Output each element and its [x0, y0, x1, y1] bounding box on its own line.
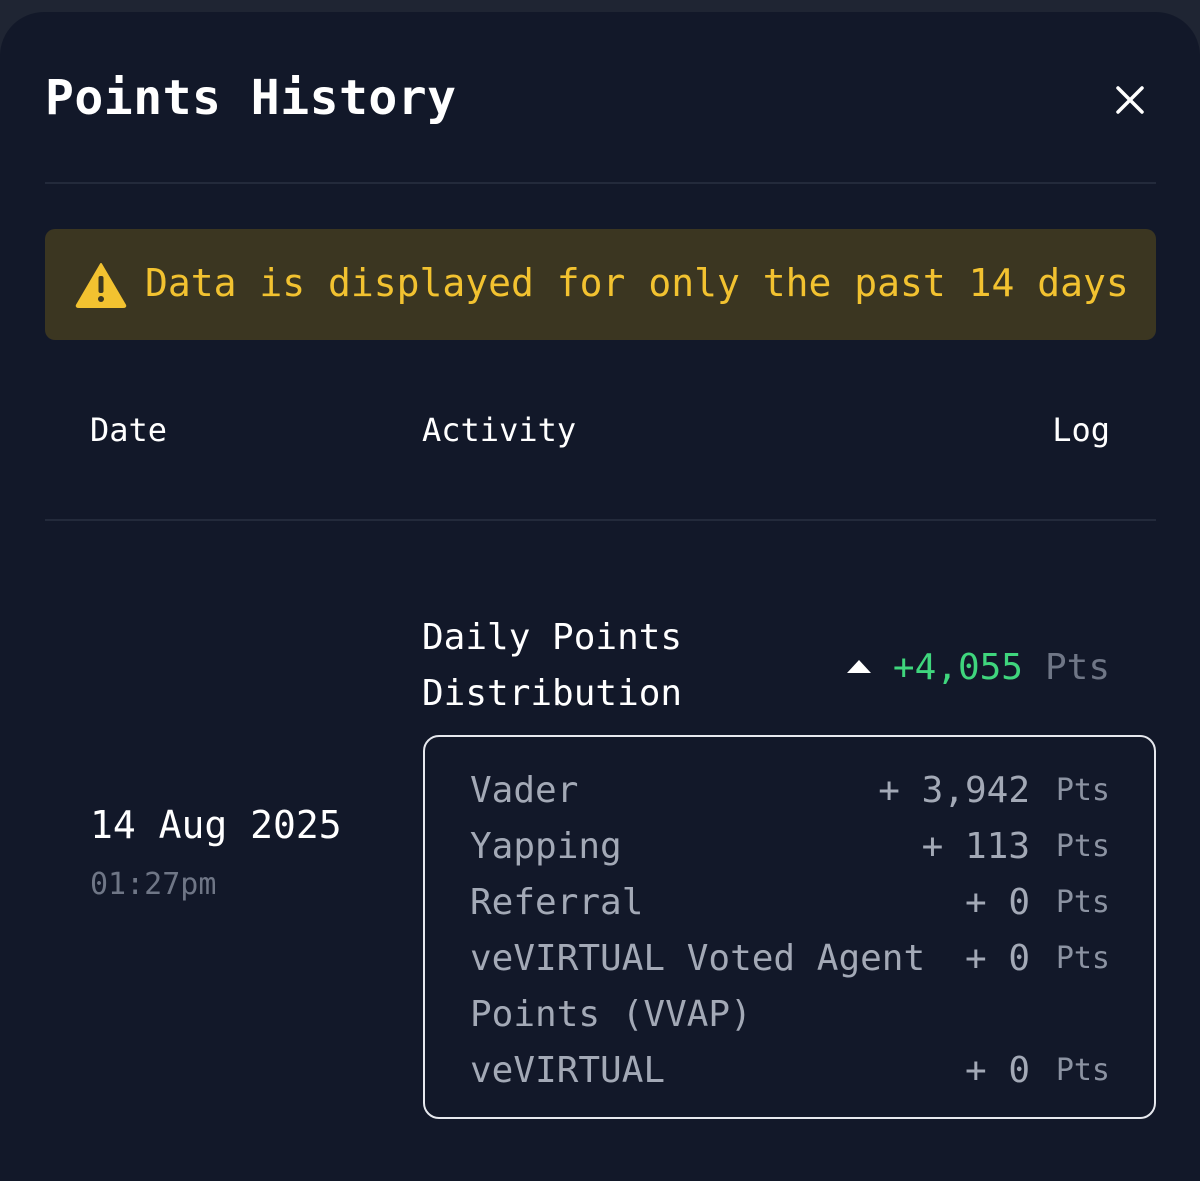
breakdown-unit: Pts: [1055, 1053, 1110, 1088]
modal-header: Points History: [45, 68, 1156, 132]
banner-message: Data is displayed for only the past 14 d…: [145, 261, 1129, 305]
column-header-activity: Activity: [422, 411, 577, 449]
row-activity: Daily Points Distribution: [422, 617, 683, 714]
breakdown-amount: + 3,942: [878, 770, 1030, 811]
points-breakdown-card: Vader + 3,942 Pts Yapping + 113 Pts Refe…: [423, 735, 1156, 1119]
breakdown-amount: + 0: [964, 1050, 1030, 1091]
warning-icon: [75, 262, 127, 308]
breakdown-amount: + 0: [964, 938, 1030, 979]
log-unit: Pts: [1044, 646, 1110, 688]
close-icon[interactable]: [1110, 80, 1150, 120]
breakdown-unit: Pts: [1055, 773, 1110, 808]
breakdown-amount: + 113: [921, 826, 1030, 867]
breakdown-amount: + 0: [964, 882, 1030, 923]
column-header-log: Log: [1052, 411, 1110, 449]
modal-title: Points History: [45, 70, 457, 126]
column-header-date: Date: [90, 411, 168, 449]
log-value: +4,055: [892, 646, 1023, 688]
row-time: 01:27pm: [90, 867, 217, 902]
breakdown-unit: Pts: [1055, 941, 1110, 976]
breakdown-unit: Pts: [1055, 829, 1110, 864]
breakdown-label: veVIRTUAL: [470, 1050, 666, 1091]
header-divider: [45, 182, 1156, 184]
row-log: +4,055 Pts: [846, 642, 1110, 692]
points-history-modal: Points History Data is displayed for onl…: [0, 12, 1200, 1181]
caret-up-icon[interactable]: [846, 659, 871, 673]
breakdown-unit: Pts: [1055, 885, 1110, 920]
breakdown-label: veVIRTUAL Voted Agent Points (VVAP): [470, 938, 926, 1035]
breakdown-label: Referral: [470, 882, 644, 923]
retention-warning-banner: Data is displayed for only the past 14 d…: [45, 229, 1156, 340]
row-date: 14 Aug 2025: [90, 803, 342, 847]
breakdown-label: Yapping: [470, 826, 622, 867]
table-header-divider: [45, 519, 1156, 521]
